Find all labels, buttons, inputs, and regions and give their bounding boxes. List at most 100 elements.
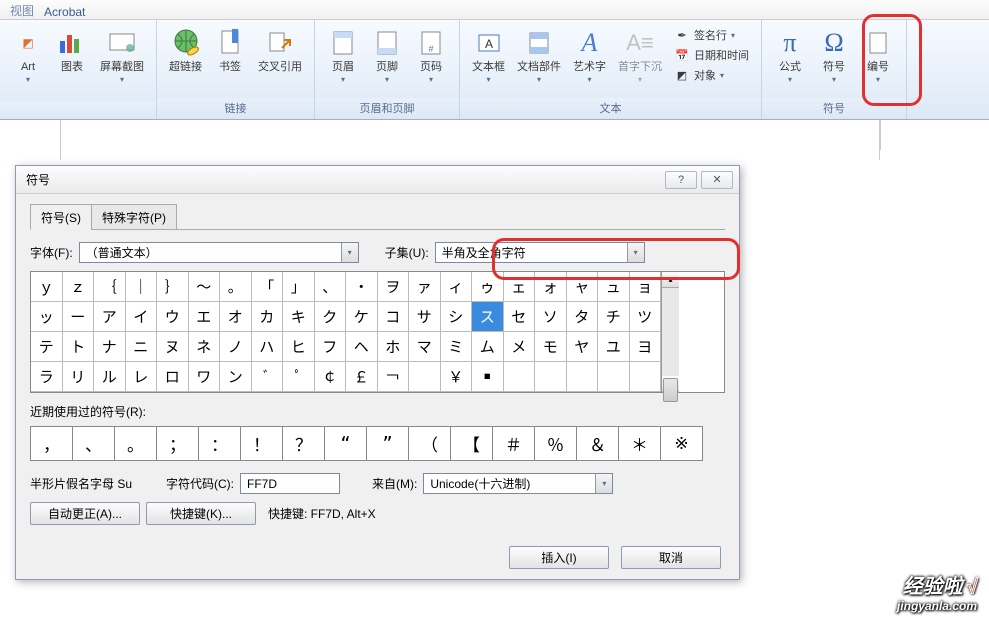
recent-symbol-cell[interactable]: “ bbox=[325, 427, 367, 461]
subset-combo-button[interactable]: ▾ bbox=[627, 243, 644, 262]
symbol-cell[interactable]: ￠ bbox=[315, 362, 347, 392]
screenshot-button[interactable]: 屏幕截图▾ bbox=[94, 24, 150, 88]
symbol-cell[interactable] bbox=[409, 362, 441, 392]
symbol-cell[interactable]: ユ bbox=[598, 332, 630, 362]
cancel-button[interactable]: 取消 bbox=[621, 546, 721, 569]
font-combo[interactable]: （普通文本） ▾ bbox=[79, 242, 359, 263]
symbol-cell[interactable]: フ bbox=[315, 332, 347, 362]
clipart-button[interactable]: ◩ Art▾ bbox=[6, 24, 50, 88]
symbol-cell[interactable]: ～ bbox=[189, 272, 221, 302]
symbol-cell[interactable]: ｝ bbox=[157, 272, 189, 302]
symbol-cell[interactable]: ニ bbox=[126, 332, 158, 362]
symbol-cell[interactable]: 。 bbox=[220, 272, 252, 302]
symbol-cell[interactable] bbox=[598, 362, 630, 392]
symbol-cell[interactable]: ホ bbox=[378, 332, 410, 362]
scroll-up-button[interactable]: ▴ bbox=[662, 272, 679, 288]
textbox-button[interactable]: A 文本框▾ bbox=[466, 24, 511, 88]
bookmark-button[interactable]: 书签 bbox=[208, 24, 252, 76]
number-button[interactable]: 编号▾ bbox=[856, 24, 900, 88]
symbol-cell[interactable]: キ bbox=[283, 302, 315, 332]
signature-button[interactable]: ✒签名行 ▾ bbox=[672, 26, 751, 44]
symbol-cell[interactable]: ョ bbox=[630, 272, 662, 302]
dialog-help-button[interactable]: ? bbox=[665, 171, 697, 189]
symbol-cell[interactable]: レ bbox=[126, 362, 158, 392]
recent-symbol-cell[interactable]: ： bbox=[199, 427, 241, 461]
symbol-cell[interactable]: ワ bbox=[189, 362, 221, 392]
symbol-cell[interactable]: ￥ bbox=[441, 362, 473, 392]
symbol-cell[interactable]: メ bbox=[504, 332, 536, 362]
symbol-cell[interactable]: ﾞ bbox=[252, 362, 284, 392]
symbol-grid-scrollbar[interactable]: ▴ ▾ bbox=[661, 272, 679, 392]
symbol-grid[interactable]: ｙｚ｛｜｝～。「」、・ヲァィゥェォャュョッーアイウエオカキクケコサシスセソタチツ… bbox=[31, 272, 661, 392]
symbol-cell[interactable]: ラ bbox=[31, 362, 63, 392]
dropcap-button[interactable]: A≡ 首字下沉▾ bbox=[612, 24, 668, 88]
symbol-cell[interactable]: ュ bbox=[598, 272, 630, 302]
symbol-cell[interactable]: ヌ bbox=[157, 332, 189, 362]
symbol-cell[interactable]: テ bbox=[31, 332, 63, 362]
recent-symbol-cell[interactable]: ？ bbox=[283, 427, 325, 461]
symbol-cell[interactable]: ャ bbox=[567, 272, 599, 302]
recent-symbol-cell[interactable]: ＊ bbox=[619, 427, 661, 461]
dialog-close-button[interactable]: ✕ bbox=[701, 171, 733, 189]
symbol-cell[interactable]: タ bbox=[567, 302, 599, 332]
equation-button[interactable]: π 公式▾ bbox=[768, 24, 812, 88]
symbol-cell[interactable]: ヒ bbox=[283, 332, 315, 362]
hyperlink-button[interactable]: 超链接 bbox=[163, 24, 208, 76]
symbol-cell[interactable]: ゥ bbox=[472, 272, 504, 302]
symbol-cell[interactable]: ヘ bbox=[346, 332, 378, 362]
symbol-cell[interactable]: ケ bbox=[346, 302, 378, 332]
object-button[interactable]: ◩对象 ▾ bbox=[672, 66, 751, 84]
crossref-button[interactable]: 交叉引用 bbox=[252, 24, 308, 76]
symbol-cell[interactable]: ム bbox=[472, 332, 504, 362]
wordart-button[interactable]: A 艺术字▾ bbox=[567, 24, 612, 88]
symbol-cell[interactable]: 、 bbox=[315, 272, 347, 302]
recent-symbol-cell[interactable]: 。 bbox=[115, 427, 157, 461]
symbol-cell[interactable]: エ bbox=[189, 302, 221, 332]
symbol-cell[interactable]: リ bbox=[63, 362, 95, 392]
symbol-cell[interactable]: ァ bbox=[409, 272, 441, 302]
charcode-input[interactable] bbox=[240, 473, 340, 494]
symbol-button[interactable]: Ω 符号▾ bbox=[812, 24, 856, 88]
recent-symbol-cell[interactable]: ＃ bbox=[493, 427, 535, 461]
tab-special-chars[interactable]: 特殊字符(P) bbox=[91, 204, 177, 230]
symbol-cell[interactable]: ツ bbox=[630, 302, 662, 332]
symbol-cell[interactable]: ン bbox=[220, 362, 252, 392]
symbol-cell[interactable] bbox=[630, 362, 662, 392]
recent-symbol-cell[interactable]: ＆ bbox=[577, 427, 619, 461]
symbol-cell[interactable]: ク bbox=[315, 302, 347, 332]
quickparts-button[interactable]: 文档部件▾ bbox=[511, 24, 567, 88]
shortcut-button[interactable]: 快捷键(K)... bbox=[146, 502, 256, 525]
symbol-cell[interactable]: ヨ bbox=[630, 332, 662, 362]
symbol-cell[interactable]: モ bbox=[535, 332, 567, 362]
symbol-cell[interactable]: ソ bbox=[535, 302, 567, 332]
recent-symbol-cell[interactable]: ※ bbox=[661, 427, 703, 461]
recent-symbol-cell[interactable]: 【 bbox=[451, 427, 493, 461]
footer-button[interactable]: 页脚▾ bbox=[365, 24, 409, 88]
chart-button[interactable]: 图表 bbox=[50, 24, 94, 76]
symbol-cell[interactable]: ウ bbox=[157, 302, 189, 332]
symbol-cell[interactable]: ノ bbox=[220, 332, 252, 362]
symbol-cell[interactable]: イ bbox=[126, 302, 158, 332]
from-combo[interactable]: Unicode(十六进制) ▾ bbox=[423, 473, 613, 494]
symbol-cell[interactable]: ｚ bbox=[63, 272, 95, 302]
ribbon-tab-acrobat[interactable]: Acrobat bbox=[44, 5, 85, 19]
symbol-cell[interactable]: ￡ bbox=[346, 362, 378, 392]
symbol-cell[interactable]: ミ bbox=[441, 332, 473, 362]
symbol-cell[interactable]: サ bbox=[409, 302, 441, 332]
symbol-cell[interactable]: ナ bbox=[94, 332, 126, 362]
datetime-button[interactable]: 📅日期和时间 bbox=[672, 46, 751, 64]
symbol-cell[interactable]: ヲ bbox=[378, 272, 410, 302]
symbol-cell[interactable]: ロ bbox=[157, 362, 189, 392]
header-button[interactable]: 页眉▾ bbox=[321, 24, 365, 88]
symbol-cell[interactable] bbox=[504, 362, 536, 392]
recent-symbol-cell[interactable]: ” bbox=[367, 427, 409, 461]
subset-combo[interactable]: 半角及全角字符 ▾ bbox=[435, 242, 645, 263]
tab-symbols[interactable]: 符号(S) bbox=[30, 204, 92, 230]
symbol-cell[interactable]: ス bbox=[472, 302, 504, 332]
symbol-cell[interactable]: ィ bbox=[441, 272, 473, 302]
symbol-cell[interactable]: ｜ bbox=[126, 272, 158, 302]
autocorrect-button[interactable]: 自动更正(A)... bbox=[30, 502, 140, 525]
recent-symbol-cell[interactable]: （ bbox=[409, 427, 451, 461]
scroll-track[interactable] bbox=[662, 288, 679, 376]
symbol-cell[interactable] bbox=[567, 362, 599, 392]
